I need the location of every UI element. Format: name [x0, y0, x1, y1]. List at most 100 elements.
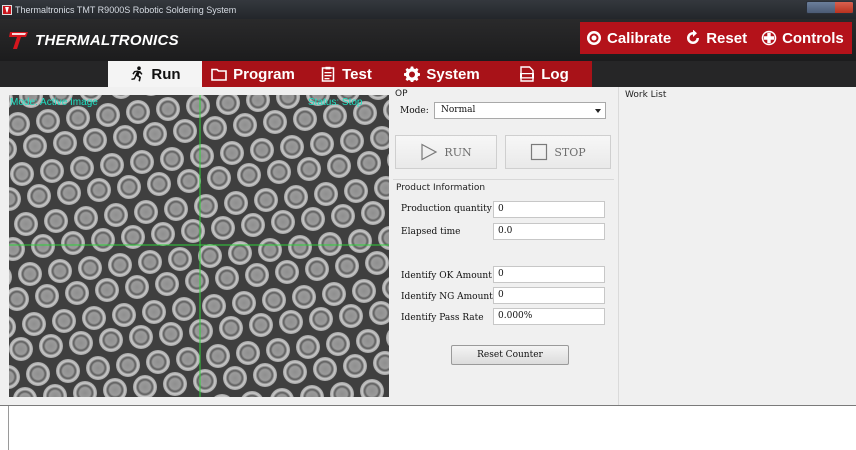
solder-pad: [193, 369, 217, 393]
tab-system[interactable]: System: [388, 61, 496, 87]
identify-ok-amount-label: Identify OK Amount: [401, 271, 492, 281]
solder-pad: [301, 207, 325, 231]
solder-pad: [352, 279, 376, 303]
camera-image: [9, 95, 389, 397]
reset-button[interactable]: Reset: [679, 22, 756, 54]
solder-pad: [10, 162, 34, 186]
solder-pad: [108, 253, 132, 277]
solder-pad: [233, 113, 257, 137]
tab-test-label: Test: [342, 65, 372, 83]
solder-pad: [147, 172, 171, 196]
solder-pad: [245, 263, 269, 287]
elapsed-time-field: 0.0: [493, 223, 605, 240]
run-button[interactable]: RUN: [395, 135, 497, 169]
solder-pad: [198, 244, 222, 268]
stop-label: STOP: [554, 145, 586, 159]
solder-pad: [116, 353, 140, 377]
target-icon: [586, 30, 602, 46]
solder-pad: [155, 272, 179, 296]
tab-test[interactable]: Test: [304, 61, 388, 87]
mode-select-value: Normal: [441, 105, 476, 115]
refresh-icon: [685, 30, 701, 46]
solder-pad: [263, 110, 287, 134]
solder-pad: [202, 294, 226, 318]
solder-pad: [95, 278, 119, 302]
solder-pad: [293, 107, 317, 131]
solder-pad: [130, 150, 154, 174]
solder-pad: [129, 325, 153, 349]
solder-pad: [219, 316, 243, 340]
main-tab-bar: Run Program Test System Log: [0, 61, 856, 87]
controls-button[interactable]: Controls: [755, 22, 852, 54]
solder-pad: [52, 309, 76, 333]
calibrate-button[interactable]: Calibrate: [580, 22, 680, 54]
solder-pad: [100, 153, 124, 177]
app-window: Thermaltronics TMT R9000S Robotic Solder…: [0, 0, 856, 450]
solder-pad: [23, 134, 47, 158]
stop-button[interactable]: STOP: [505, 135, 611, 169]
chevron-down-icon: [595, 109, 601, 113]
solder-pad: [194, 194, 218, 218]
solder-pad: [215, 266, 239, 290]
solder-pad: [53, 131, 77, 155]
solder-pad: [91, 228, 115, 252]
solder-pad: [143, 122, 167, 146]
solder-pad: [57, 181, 81, 205]
tabs: Run Program Test System Log: [108, 61, 592, 87]
solder-pad: [35, 284, 59, 308]
solder-pad: [44, 209, 68, 233]
op-section-title: OP: [395, 89, 408, 99]
solder-pad: [356, 329, 380, 353]
solder-pad: [56, 359, 80, 383]
product-information-title: Product Information: [396, 183, 486, 193]
solder-pad: [253, 363, 277, 387]
stop-icon: [530, 143, 548, 161]
tab-program[interactable]: Program: [202, 61, 304, 87]
solder-pad: [142, 300, 166, 324]
gear-icon: [404, 66, 421, 82]
solder-pad: [313, 357, 337, 381]
log-output-area[interactable]: [0, 405, 856, 450]
solder-pad: [86, 356, 110, 380]
solder-pad: [168, 247, 192, 271]
calibrate-label: Calibrate: [607, 29, 672, 47]
op-panel: OP Mode: Normal RUN STOP Product Informa…: [390, 87, 616, 405]
solder-pad: [78, 256, 102, 280]
solder-pad: [82, 306, 106, 330]
app-icon: [2, 4, 12, 15]
work-list-panel: Work List: [618, 87, 856, 405]
tab-log[interactable]: Log: [496, 61, 592, 87]
solder-pad: [31, 234, 55, 258]
solder-pad: [267, 160, 291, 184]
camera-view[interactable]: Mode: Active Image Status: Stop: [9, 95, 389, 397]
solder-pad: [146, 350, 170, 374]
solder-pad: [322, 282, 346, 306]
play-icon: [420, 143, 438, 161]
solder-pad: [69, 331, 93, 355]
solder-pad: [99, 328, 123, 352]
thermaltronics-logo-icon: [8, 29, 30, 51]
window-controls[interactable]: [806, 1, 854, 14]
solder-pad: [87, 178, 111, 202]
solder-pad: [310, 132, 334, 156]
solder-pad: [279, 310, 303, 334]
solder-pad: [186, 95, 210, 118]
work-list-title: Work List: [625, 90, 667, 100]
dpad-icon: [761, 30, 777, 46]
solder-pad: [305, 257, 329, 281]
solder-pad: [254, 188, 278, 212]
solder-pad: [271, 210, 295, 234]
solder-pad: [26, 362, 50, 386]
solder-pad: [318, 232, 342, 256]
run-label: RUN: [444, 145, 472, 159]
solder-pad: [113, 125, 137, 149]
solder-pad: [36, 109, 60, 133]
solder-pad: [18, 262, 42, 286]
identify-pass-rate-field: 0.000%: [493, 308, 605, 325]
reset-counter-button[interactable]: Reset Counter: [451, 345, 569, 365]
tab-run[interactable]: Run: [108, 61, 202, 87]
mode-select[interactable]: Normal: [434, 102, 606, 119]
title-bar: Thermaltronics TMT R9000S Robotic Solder…: [0, 0, 856, 19]
solder-pad: [266, 338, 290, 362]
solder-pad: [361, 201, 385, 225]
